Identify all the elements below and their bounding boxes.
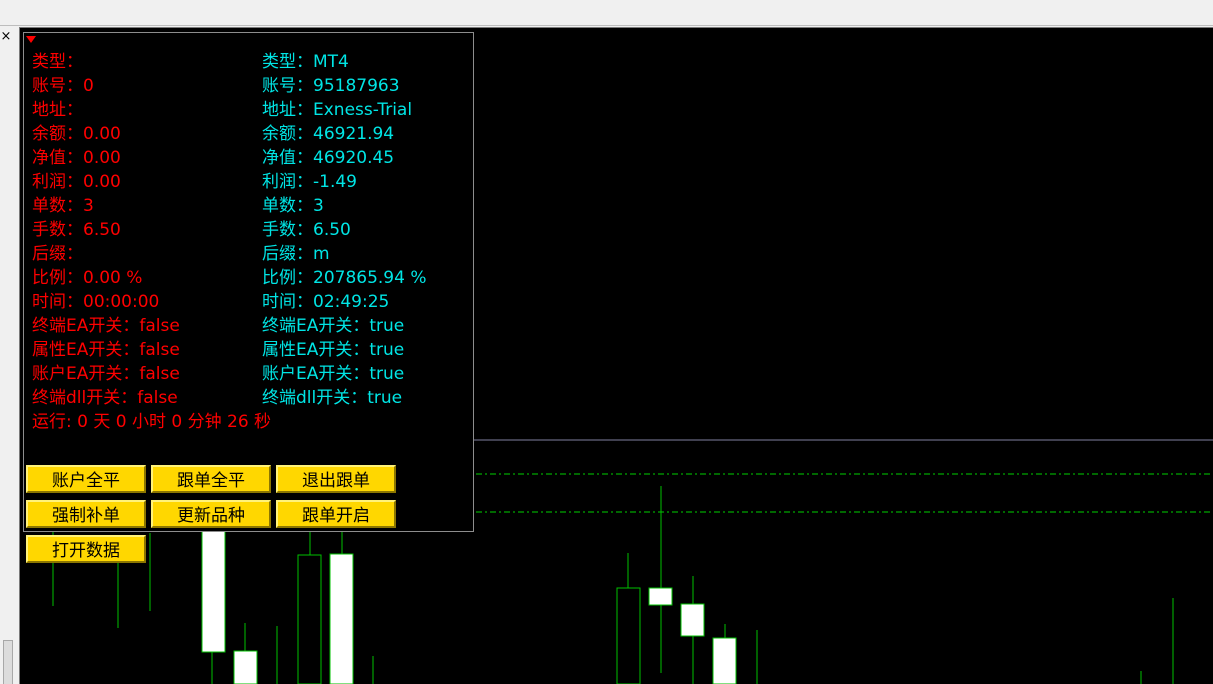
left-scrollbar[interactable] (3, 640, 13, 684)
remote-terminal-dll-switch: 终端dll开关：true (262, 388, 403, 408)
update-symbols-button[interactable]: 更新品种 (151, 500, 271, 528)
close-icon[interactable]: × (0, 30, 12, 44)
remote-equity: 净值：46920.45 (262, 148, 395, 168)
remote-balance: 余额：46921.94 (262, 124, 395, 144)
copy-trade-info-panel: 类型： 账号：0 地址： 余额：0.00 净值：0.00 利润：0.00 单数：… (23, 32, 474, 532)
candle-bearish (201, 517, 226, 653)
local-terminal-ea-switch: 终端EA开关：false (32, 316, 180, 336)
remote-ratio: 比例：207865.94 % (262, 268, 427, 288)
force-fill-order-button[interactable]: 强制补单 (26, 500, 146, 528)
local-terminal-dll-switch: 终端dll开关：false (32, 388, 178, 408)
local-property-ea-switch: 属性EA开关：false (32, 340, 180, 360)
remote-account-column: 类型：MT4 账号：95187963 地址：Exness-Trial 余额：46… (262, 50, 427, 410)
candle-bodies (201, 517, 737, 684)
price-chart[interactable]: 类型： 账号：0 地址： 余额：0.00 净值：0.00 利润：0.00 单数：… (19, 27, 1213, 684)
open-data-button[interactable]: 打开数据 (26, 535, 146, 563)
remote-terminal-ea-switch: 终端EA开关：true (262, 316, 405, 336)
window-title-bar (0, 0, 1213, 26)
candle-bearish (233, 650, 258, 684)
remote-lots: 手数：6.50 (262, 220, 351, 240)
candle-bearish (648, 587, 673, 606)
remote-account-number: 账号：95187963 (262, 76, 400, 96)
candle-bearish (680, 603, 705, 637)
candle-bullish (616, 587, 641, 684)
close-account-all-button[interactable]: 账户全平 (26, 465, 146, 493)
remote-profit: 利润：-1.49 (262, 172, 357, 192)
local-order-count: 单数：3 (32, 196, 94, 216)
local-account-number: 账号：0 (32, 76, 94, 96)
follow-enable-button[interactable]: 跟单开启 (276, 500, 396, 528)
local-balance: 余额：0.00 (32, 124, 121, 144)
local-ratio: 比例：0.00 % (32, 268, 143, 288)
remote-property-ea-switch: 属性EA开关：true (262, 340, 405, 360)
left-frame (0, 26, 19, 683)
remote-order-count: 单数：3 (262, 196, 324, 216)
local-time: 时间：00:00:00 (32, 292, 160, 312)
local-lots: 手数：6.50 (32, 220, 121, 240)
exit-follow-button[interactable]: 退出跟单 (276, 465, 396, 493)
local-profit: 利润：0.00 (32, 172, 121, 192)
candle-bearish (329, 553, 354, 684)
local-account-ea-switch: 账户EA开关：false (32, 364, 180, 384)
close-follow-all-button[interactable]: 跟单全平 (151, 465, 271, 493)
candle-bearish (712, 637, 737, 684)
runtime-text: 运行: 0 天 0 小时 0 分钟 26 秒 (32, 412, 272, 432)
remote-server: 地址：Exness-Trial (262, 100, 413, 120)
remote-type: 类型：MT4 (262, 52, 349, 72)
collapse-triangle-icon[interactable] (26, 36, 36, 43)
remote-account-ea-switch: 账户EA开关：true (262, 364, 405, 384)
local-server: 地址： (32, 100, 83, 120)
local-equity: 净值：0.00 (32, 148, 121, 168)
local-suffix: 后缀： (32, 244, 83, 264)
candle-bullish (297, 554, 322, 684)
remote-time: 时间：02:49:25 (262, 292, 390, 312)
local-type: 类型： (32, 52, 83, 72)
local-account-column: 类型： 账号：0 地址： 余额：0.00 净值：0.00 利润：0.00 单数：… (32, 50, 180, 410)
remote-suffix: 后缀：m (262, 244, 330, 264)
